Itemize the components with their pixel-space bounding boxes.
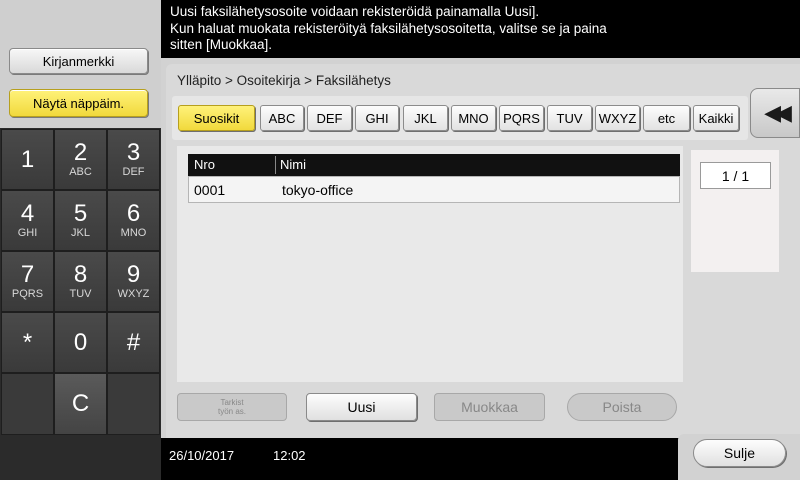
list-header: Nro Nimi: [188, 154, 680, 176]
column-separator: [275, 156, 276, 174]
tab-tuv[interactable]: TUV: [547, 105, 592, 131]
key-3[interactable]: 3 DEF: [107, 129, 160, 190]
date-display: 26/10/2017: [169, 448, 235, 463]
column-header-number: Nro: [194, 157, 215, 172]
tab-pqrs[interactable]: PQRS: [499, 105, 544, 131]
new-button[interactable]: Uusi: [306, 393, 417, 421]
key-8[interactable]: 8 TUV: [54, 251, 107, 312]
row-number: 0001: [194, 182, 226, 198]
check-job-label-line-1: Tarkist: [220, 398, 244, 407]
tab-all[interactable]: Kaikki: [693, 105, 739, 131]
table-row[interactable]: 0001 tokyo-office: [188, 176, 680, 203]
key-0[interactable]: 0: [54, 312, 107, 373]
collapse-panel-button[interactable]: ◀◀: [750, 88, 800, 138]
column-header-name: Nimi: [280, 157, 306, 172]
key-9[interactable]: 9 WXYZ: [107, 251, 160, 312]
status-bar: 26/10/2017 12:02: [161, 438, 681, 480]
tab-jkl[interactable]: JKL: [403, 105, 448, 131]
tab-wxyz[interactable]: WXYZ: [595, 105, 640, 131]
key-hash[interactable]: #: [107, 312, 160, 373]
check-job-settings-button[interactable]: Tarkist työn as.: [177, 393, 287, 421]
edit-button[interactable]: Muokkaa: [434, 393, 545, 421]
key-4[interactable]: 4 GHI: [1, 190, 54, 251]
key-2[interactable]: 2 ABC: [54, 129, 107, 190]
key-star[interactable]: *: [1, 312, 54, 373]
show-keypad-button[interactable]: Näytä näppäim.: [9, 89, 148, 117]
check-job-label-line-2: työn as.: [217, 407, 246, 416]
message-line-1: Uusi faksilähetysosoite voidaan rekister…: [170, 4, 540, 19]
key-5[interactable]: 5 JKL: [54, 190, 107, 251]
tab-ghi[interactable]: GHI: [355, 105, 399, 131]
page-indicator: 1 / 1: [700, 162, 771, 189]
key-6[interactable]: 6 MNO: [107, 190, 160, 251]
bookmark-button[interactable]: Kirjanmerkki: [9, 48, 148, 74]
instruction-message: Uusi faksilähetysosoite voidaan rekister…: [170, 4, 790, 54]
tab-etc[interactable]: etc: [643, 105, 690, 131]
numeric-keypad: 1 2 ABC 3 DEF 4 GHI 5 JKL 6 MNO 7 PQRS 8 TUV 9W…: [0, 128, 161, 480]
delete-button[interactable]: Poista: [567, 393, 677, 421]
double-left-arrow-icon: ◀◀: [764, 100, 792, 125]
key-1[interactable]: 1: [1, 129, 54, 190]
row-name: tokyo-office: [282, 182, 354, 198]
message-line-3: sitten [Muokkaa].: [170, 37, 273, 52]
key-7[interactable]: 7 PQRS: [1, 251, 54, 312]
key-clear[interactable]: C: [54, 373, 107, 435]
close-button[interactable]: Sulje: [693, 439, 786, 467]
tab-abc[interactable]: ABC: [260, 105, 304, 131]
time-display: 12:02: [273, 448, 306, 463]
tab-favorites[interactable]: Suosikit: [178, 105, 255, 131]
tab-def[interactable]: DEF: [307, 105, 352, 131]
tab-mno[interactable]: MNO: [451, 105, 496, 131]
message-line-2: Kun haluat muokata rekisteröityä faksilä…: [170, 20, 607, 36]
key-blank-right: [107, 373, 160, 435]
breadcrumb: Ylläpito > Osoitekirja > Faksilähetys: [177, 73, 391, 88]
key-blank-left: [1, 373, 54, 435]
